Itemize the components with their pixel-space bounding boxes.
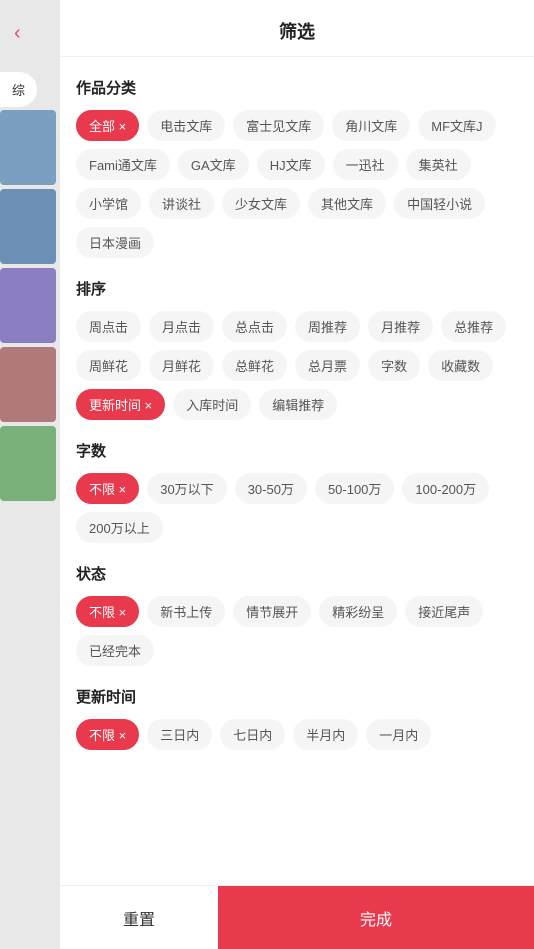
status-title: 状态	[76, 563, 518, 584]
tag-item[interactable]: 半月内	[293, 719, 358, 750]
tag-item[interactable]: 全部 ×	[76, 110, 139, 141]
sidebar-book-3	[0, 268, 56, 343]
tag-item[interactable]: 月点击	[149, 311, 214, 342]
tag-item[interactable]: 收藏数	[428, 350, 493, 381]
filter-body: 作品分类 全部 × 电击文库富士见文库角川文库 MF文库J Fami通文库 GA文库 HJ…	[60, 57, 534, 949]
sidebar-book-5	[0, 426, 56, 501]
tag-item[interactable]: 角川文库	[332, 110, 410, 141]
tag-item[interactable]: 电击文库	[147, 110, 225, 141]
tag-item[interactable]: MF文库J	[418, 110, 495, 141]
sidebar: ‹ 综	[0, 0, 60, 949]
category-section: 作品分类 全部 × 电击文库富士见文库角川文库 MF文库J Fami通文库 GA文库 HJ…	[76, 77, 518, 258]
sort-tags: 周点击月点击总点击周推荐月推荐总推荐周鲜花月鲜花总鲜花总月票字数收藏数更新时间 …	[76, 311, 518, 420]
tag-item[interactable]: 不限 ×	[76, 719, 139, 750]
tag-item[interactable]: 30万以下	[147, 473, 226, 504]
back-icon[interactable]: ‹	[14, 22, 21, 45]
tag-item[interactable]: 周鲜花	[76, 350, 141, 381]
update-time-tags: 不限 × 三日内七日内半月内一月内	[76, 719, 518, 750]
tag-item[interactable]: 中国轻小说	[394, 188, 485, 219]
tag-item[interactable]: Fami通文库	[76, 149, 170, 180]
tag-item[interactable]: 七日内	[220, 719, 285, 750]
tag-item[interactable]: 不限 ×	[76, 596, 139, 627]
word-count-tags: 不限 × 30万以下 30-50万 50-100万 100-200万 200万以上	[76, 473, 518, 543]
tag-item[interactable]: 更新时间 ×	[76, 389, 165, 420]
sidebar-book-4	[0, 347, 56, 422]
confirm-button[interactable]: 完成	[218, 886, 534, 949]
tag-item[interactable]: 30-50万	[235, 473, 307, 504]
tag-item[interactable]: 总推荐	[441, 311, 506, 342]
tag-item[interactable]: 情节展开	[233, 596, 311, 627]
tag-item[interactable]: 接近尾声	[405, 596, 483, 627]
tag-item[interactable]: HJ文库	[257, 149, 325, 180]
reset-button[interactable]: 重置	[60, 886, 218, 949]
tag-item[interactable]: 日本漫画	[76, 227, 154, 258]
sidebar-tab[interactable]: 综	[0, 72, 37, 107]
tag-item[interactable]: 周点击	[76, 311, 141, 342]
status-tags: 不限 × 新书上传情节展开精彩纷呈接近尾声已经完本	[76, 596, 518, 666]
tag-item[interactable]: 200万以上	[76, 512, 163, 543]
sidebar-book-1	[0, 110, 56, 185]
tag-item[interactable]: 富士见文库	[233, 110, 324, 141]
tag-item[interactable]: 总鲜花	[222, 350, 287, 381]
tag-item[interactable]: 总点击	[222, 311, 287, 342]
tag-item[interactable]: 讲谈社	[149, 188, 214, 219]
tag-item[interactable]: 新书上传	[147, 596, 225, 627]
tag-item[interactable]: 入库时间	[173, 389, 251, 420]
status-section: 状态 不限 × 新书上传情节展开精彩纷呈接近尾声已经完本	[76, 563, 518, 666]
filter-footer: 重置 完成	[60, 885, 534, 949]
tag-item[interactable]: 月鲜花	[149, 350, 214, 381]
update-time-title: 更新时间	[76, 686, 518, 707]
category-title: 作品分类	[76, 77, 518, 98]
category-tags: 全部 × 电击文库富士见文库角川文库 MF文库J Fami通文库 GA文库 HJ文库一迅社…	[76, 110, 518, 258]
tag-item[interactable]: 不限 ×	[76, 473, 139, 504]
tag-item[interactable]: 月推荐	[368, 311, 433, 342]
tag-item[interactable]: 精彩纷呈	[319, 596, 397, 627]
filter-title: 筛选	[60, 0, 534, 57]
tag-item[interactable]: 50-100万	[315, 473, 394, 504]
tag-item[interactable]: 三日内	[147, 719, 212, 750]
tag-item[interactable]: 字数	[368, 350, 420, 381]
word-count-section: 字数 不限 × 30万以下 30-50万 50-100万 100-200万 200万以上	[76, 440, 518, 543]
filter-panel: 筛选 作品分类 全部 × 电击文库富士见文库角川文库 MF文库J Fami通文库 GA文…	[60, 0, 534, 949]
tag-item[interactable]: 编辑推荐	[259, 389, 337, 420]
tag-item[interactable]: 已经完本	[76, 635, 154, 666]
update-time-section: 更新时间 不限 × 三日内七日内半月内一月内	[76, 686, 518, 750]
sidebar-book-2	[0, 189, 56, 264]
tag-item[interactable]: 周推荐	[295, 311, 360, 342]
tag-item[interactable]: 总月票	[295, 350, 360, 381]
word-count-title: 字数	[76, 440, 518, 461]
sort-title: 排序	[76, 278, 518, 299]
tag-item[interactable]: 其他文库	[308, 188, 386, 219]
tag-item[interactable]: 小学馆	[76, 188, 141, 219]
sort-section: 排序 周点击月点击总点击周推荐月推荐总推荐周鲜花月鲜花总鲜花总月票字数收藏数更新…	[76, 278, 518, 420]
tag-item[interactable]: 集英社	[406, 149, 471, 180]
tag-item[interactable]: 一月内	[366, 719, 431, 750]
tag-item[interactable]: 少女文库	[222, 188, 300, 219]
sidebar-books	[0, 110, 60, 505]
tag-item[interactable]: 100-200万	[402, 473, 489, 504]
tag-item[interactable]: GA文库	[178, 149, 249, 180]
tag-item[interactable]: 一迅社	[333, 149, 398, 180]
